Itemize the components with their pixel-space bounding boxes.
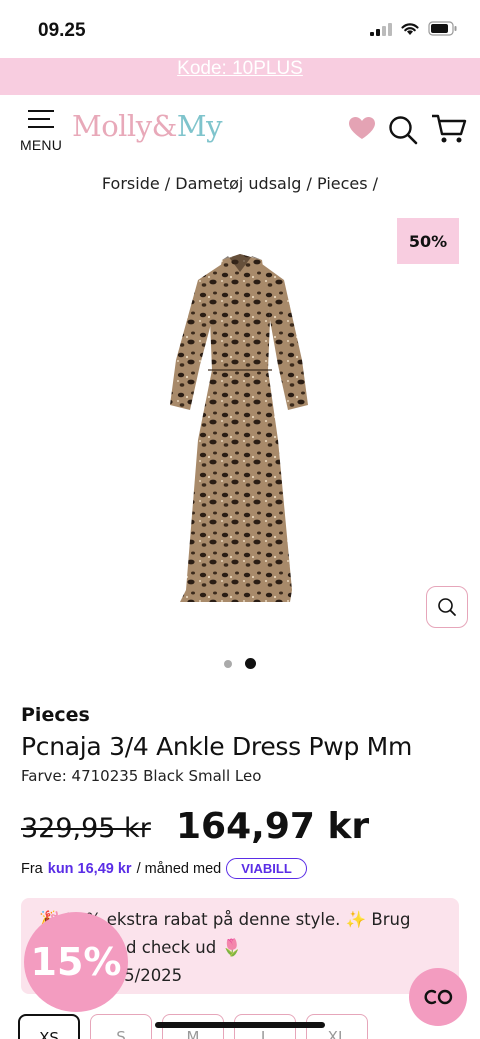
gallery-dot-1[interactable] xyxy=(224,659,232,668)
signal-icon xyxy=(370,22,392,36)
zoom-icon xyxy=(438,598,456,616)
product-title: Pcnaja 3/4 Ankle Dress Pwp Mm xyxy=(21,732,412,761)
logo[interactable]: Molly&My xyxy=(72,109,223,143)
home-indicator xyxy=(155,1022,325,1028)
logo-part-my: My xyxy=(176,109,223,143)
gallery-dot-2-active[interactable] xyxy=(245,658,256,669)
menu-label: MENU xyxy=(20,137,63,153)
logo-part-molly: Molly xyxy=(72,109,152,143)
zoom-button[interactable] xyxy=(426,586,468,628)
finance-suffix: / måned med xyxy=(136,860,222,877)
menu-button[interactable]: MENU xyxy=(20,109,64,153)
wifi-icon xyxy=(401,23,419,35)
hamburger-icon xyxy=(28,110,54,128)
promo-bar[interactable]: Kode: 10PLUS xyxy=(0,58,480,95)
breadcrumb[interactable]: Forside / Dametøj udsalg / Pieces / xyxy=(0,174,480,193)
viabill-logo[interactable]: VIABILL xyxy=(226,858,307,879)
size-option-xs[interactable]: XS xyxy=(18,1014,80,1039)
product-image[interactable] xyxy=(0,210,480,640)
battery-icon xyxy=(428,21,457,36)
product-color: Farve: 4710235 Black Small Leo xyxy=(21,767,262,785)
chat-icon xyxy=(424,989,453,1005)
header: MENU Molly&My xyxy=(0,95,480,165)
status-time: 09.25 xyxy=(38,20,86,41)
discount-percent-bubble[interactable]: 15% xyxy=(24,912,128,1012)
discount-badge: 50% xyxy=(397,218,459,264)
status-bar: 09.25 xyxy=(0,0,480,58)
price-original: 329,95 kr xyxy=(21,813,151,844)
cart-icon[interactable] xyxy=(431,113,467,145)
price-sale: 164,97 kr xyxy=(176,806,370,847)
heart-icon[interactable] xyxy=(348,116,376,140)
finance-amount: kun 16,49 kr xyxy=(47,860,132,877)
dress-image xyxy=(170,254,308,602)
gallery-dots xyxy=(0,658,480,669)
chat-button[interactable] xyxy=(409,968,467,1026)
finance-info: Fra kun 16,49 kr / måned med VIABILL xyxy=(21,858,307,879)
size-option-s[interactable]: S xyxy=(90,1014,152,1039)
search-icon[interactable] xyxy=(388,115,418,145)
logo-ampersand: & xyxy=(151,109,178,143)
promo-code-link[interactable]: Kode: 10PLUS xyxy=(177,58,303,80)
status-icons xyxy=(370,21,458,36)
finance-prefix: Fra xyxy=(21,860,43,877)
product-brand[interactable]: Pieces xyxy=(21,704,90,726)
